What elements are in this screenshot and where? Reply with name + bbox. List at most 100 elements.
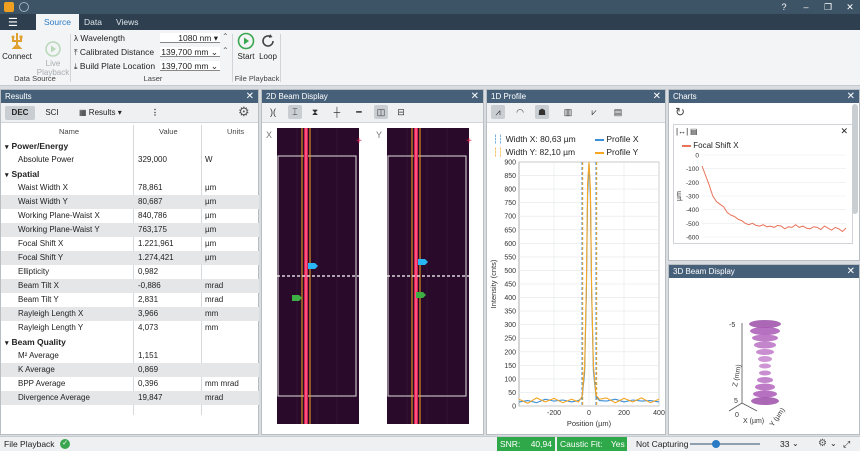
close-icon[interactable]: ✕	[847, 90, 855, 103]
y-tick-label: 650	[504, 227, 516, 234]
row-value: 4,073	[138, 323, 159, 332]
profile1d-toolbar: ⩘ ◠ ☗ ▥ ⩗ ▤	[487, 103, 665, 123]
tab-dec[interactable]: DEC	[5, 106, 35, 120]
settings-gear-icon[interactable]: ⚙	[818, 437, 827, 451]
y-tick-label: 350	[504, 309, 516, 316]
close-icon[interactable]: ✕	[471, 90, 479, 103]
width-x-icon: ┆┆	[493, 134, 504, 144]
table-row: Ellipticity 0,982	[1, 265, 259, 279]
section-header[interactable]: ▾ Power/Energy	[1, 139, 259, 153]
fit-icon[interactable]: ⩗	[587, 105, 601, 119]
hourglass-icon[interactable]: ⧗	[308, 105, 322, 119]
close-window-icon[interactable]: ✕	[840, 0, 860, 14]
y-tick-label: 600	[504, 241, 516, 248]
start-button[interactable]: Start	[236, 32, 256, 61]
crosshair-icon[interactable]: ┼	[330, 105, 344, 119]
legend-profile-x-label: Profile X	[606, 134, 639, 144]
row-value: 2,831	[138, 295, 159, 304]
split-vertical-icon[interactable]: ◫	[374, 105, 388, 119]
y-axis-label: Intensity (cnts)	[489, 259, 498, 308]
profile-gauss-icon[interactable]: ⩘	[491, 105, 505, 119]
profile-area-icon[interactable]: ◠	[513, 105, 527, 119]
zoom-slider-handle[interactable]	[712, 440, 720, 448]
scrollbar[interactable]	[852, 104, 858, 214]
row-units: mm mrad	[205, 379, 239, 388]
gear-icon[interactable]: ⚙	[238, 104, 250, 120]
crosshair-marker-icon: +	[466, 136, 472, 147]
reset-icon[interactable]: ↻	[675, 105, 685, 119]
line-icon[interactable]: ━	[352, 105, 366, 119]
y-tick-label: 400	[504, 295, 516, 302]
fit-width-icon[interactable]: )(	[266, 105, 280, 119]
zoom-slider[interactable]	[690, 443, 760, 445]
y-axis-label: Y (µm)	[769, 407, 787, 428]
loop-button[interactable]: Loop	[258, 32, 278, 61]
zoom-dropdown-icon[interactable]: ⌄	[792, 437, 799, 451]
origin-tick: 0	[735, 412, 739, 419]
connect-button[interactable]: Connect	[2, 32, 32, 61]
fit-horizontal-icon[interactable]: |↔|	[676, 127, 688, 136]
close-icon[interactable]: ✕	[653, 90, 661, 103]
section-header[interactable]: ▾ Beam Quality	[1, 335, 259, 349]
section-header[interactable]: ▾ Spatial	[1, 167, 259, 181]
split-horizontal-icon[interactable]: ⊟	[394, 105, 408, 119]
table-row: Divergence Average 19,847 mrad	[1, 391, 259, 405]
ribbon-divider	[280, 34, 281, 82]
close-icon[interactable]: ✕	[847, 265, 855, 278]
snr-value: 40,94	[530, 439, 552, 449]
help-icon[interactable]: ?	[774, 0, 794, 14]
table-row: Focal Shift Y 1.274,421 µm	[1, 251, 259, 265]
histogram-icon[interactable]: ▥	[561, 105, 575, 119]
profile1d-header: 1D Profile ✕	[487, 90, 665, 103]
tab-views[interactable]: Views	[108, 14, 147, 30]
build-input[interactable]: 139,700 mm ⌄	[160, 61, 220, 71]
y-tick-label: 0	[695, 153, 699, 160]
record-icon[interactable]	[19, 2, 29, 12]
center-icon[interactable]: ⌶	[288, 105, 302, 119]
close-chart-icon[interactable]: ✕	[840, 126, 848, 137]
x-axis-label: X (µm)	[743, 418, 764, 425]
x-tick-label: -200	[547, 410, 561, 417]
calib-row: ⤒ Calibrated Distance	[74, 47, 154, 58]
chevron-down-icon: ▾	[5, 172, 9, 179]
restore-icon[interactable]: ❐	[818, 0, 838, 14]
charts-panel: Charts ✕ ↻ |↔| ▤ ✕ Focal Shift X 0 -100 -20…	[668, 89, 860, 261]
wavelength-collapse-icon[interactable]: ⌃	[222, 32, 229, 41]
profile-fill-icon[interactable]: ☗	[535, 105, 549, 119]
legend-swatch	[682, 144, 691, 147]
y-tick-label: -100	[686, 166, 699, 173]
y-tick-label: -600	[686, 235, 699, 242]
row-value: 3,966	[138, 309, 159, 318]
row-value: 1.274,421	[138, 253, 174, 262]
minimize-icon[interactable]: –	[796, 0, 816, 14]
results-dropdown[interactable]: ▦ Results ▾	[79, 106, 122, 120]
document-icon[interactable]: ▤	[690, 127, 698, 136]
legend-swatch	[595, 151, 604, 154]
hamburger-icon[interactable]: ☰	[8, 16, 18, 29]
beam-x-core	[305, 128, 307, 424]
focal-chart: 0 -100 -200 -300 -400 -500 -600 µm	[676, 153, 847, 242]
wavelength-select[interactable]: 1080 nm ▾	[160, 33, 220, 43]
beam2d-panel: 2D Beam Display ✕ )( ⌶ ⧗ ┼ ━ ◫ ⊟ X Y + +	[261, 89, 484, 435]
calib-input[interactable]: 139,700 mm ⌄	[160, 47, 220, 57]
close-icon[interactable]: ✕	[246, 90, 254, 103]
beam3d-canvas: -5 5 0 Z (mm) X (µm) Y (µm)	[728, 320, 787, 428]
tab-source[interactable]: Source	[36, 14, 79, 30]
row-units: µm	[205, 197, 217, 206]
wavelength-value: 1080 nm	[178, 33, 212, 43]
crosshair-marker-icon: +	[356, 136, 362, 147]
fit-label: Caustic Fit:	[560, 439, 603, 449]
row-name: M² Average	[18, 351, 59, 360]
tab-data[interactable]: Data	[76, 14, 110, 30]
results-header: Results ✕	[1, 90, 258, 103]
more-icon[interactable]: ⋮	[151, 106, 159, 120]
legend-swatch	[595, 138, 604, 141]
calib-stepper-icon[interactable]: ⌃	[222, 46, 229, 55]
settings-dropdown-icon[interactable]: ⌄	[830, 437, 837, 451]
tab-sci[interactable]: SCI	[41, 106, 63, 120]
expand-icon[interactable]: ⤢	[843, 437, 850, 451]
export-csv-icon[interactable]: ▤	[611, 105, 625, 119]
profile1d-panel: 1D Profile ✕ ⩘ ◠ ☗ ▥ ⩗ ▤ ┆┆ Width X: 80,6…	[486, 89, 666, 435]
profile-chart: 0 50 100 150 200 250 300 350 400 450 500 550 600 650 7…	[489, 160, 665, 429]
results-toolbar: DEC SCI ▦ Results ▾ ⋮ ⚙	[1, 103, 258, 123]
